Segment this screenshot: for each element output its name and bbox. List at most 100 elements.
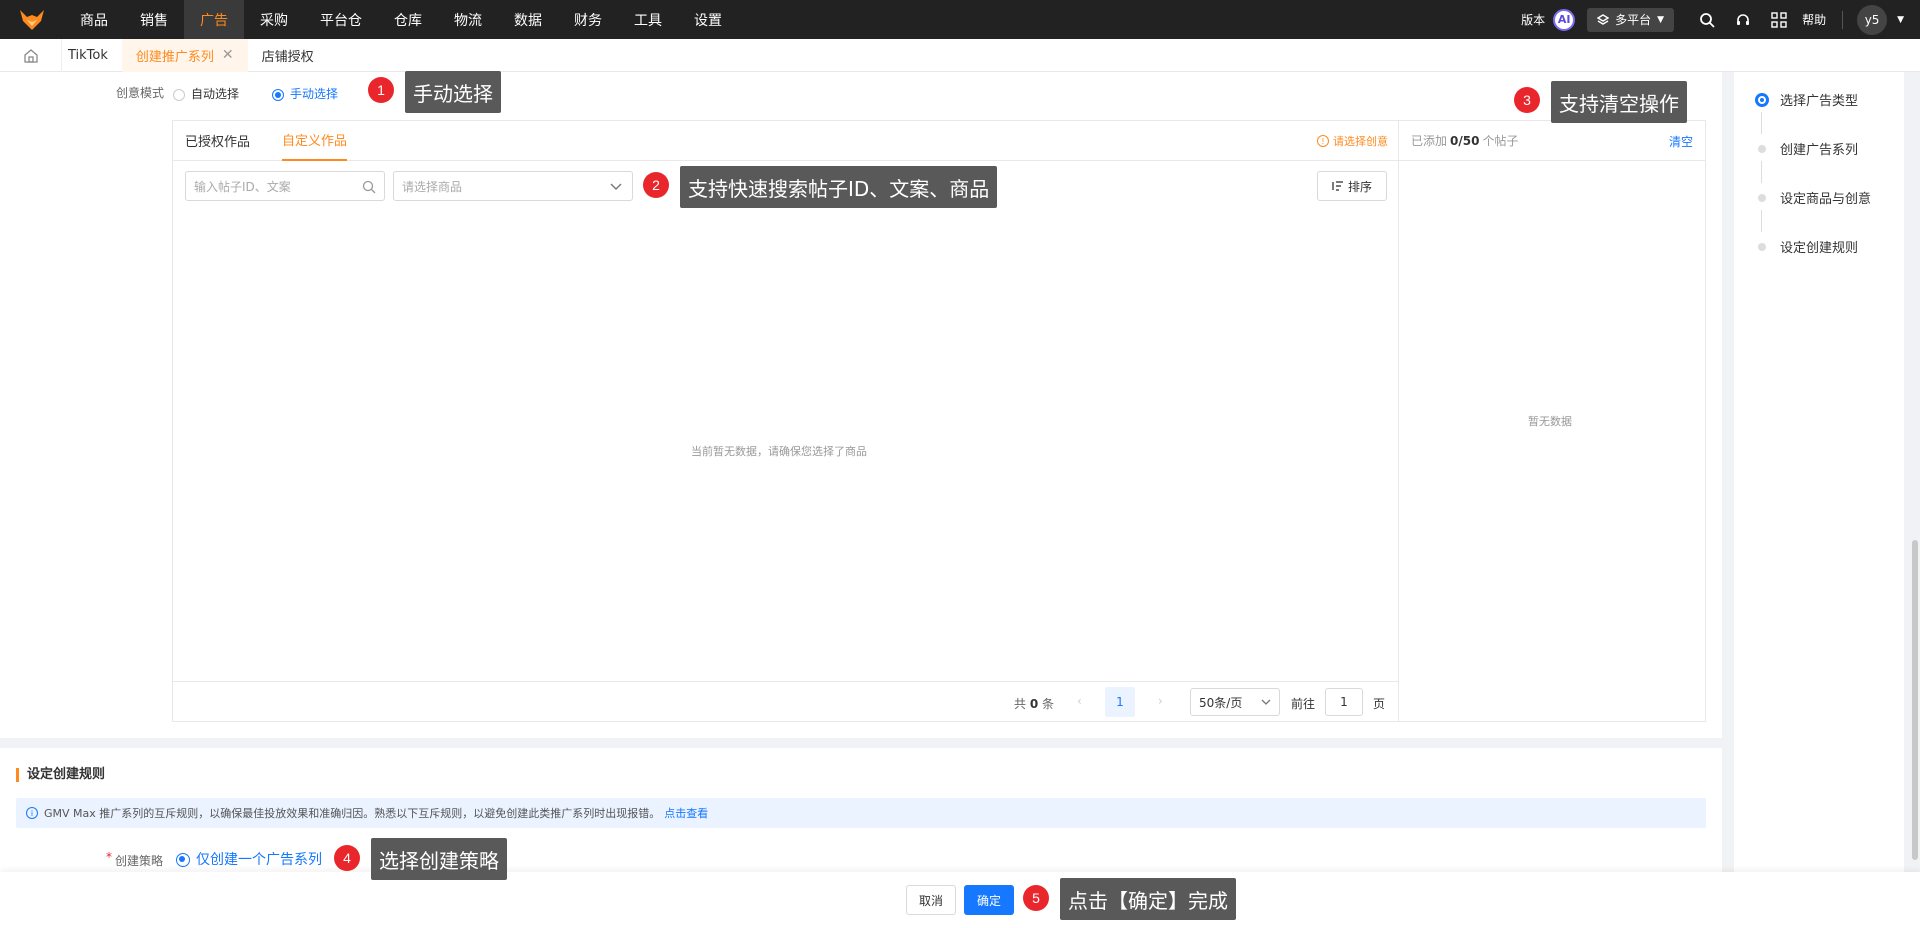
tab-label: TikTok [68,47,108,63]
sort-label: 排序 [1347,179,1372,194]
radio-circle [176,853,190,867]
chevron-down-icon [1261,699,1271,705]
sort-icon [1332,181,1343,191]
rules-section-title: 设定创建规则 [16,768,105,782]
ai-icon[interactable]: AI [1553,8,1576,31]
search-icon[interactable] [1696,9,1718,31]
step-create-campaign[interactable]: 创建广告系列 [1758,139,1858,158]
tab-custom-works[interactable]: 自定义作品 [282,121,348,161]
divider [1842,10,1844,29]
nav-item-products[interactable]: 商品 [64,0,124,39]
goto-page-input[interactable]: 1 [1325,688,1363,716]
step-dot-icon [1758,193,1766,202]
annotation-callout-2: 支持快速搜索帖子ID、文案、商品 [680,166,998,208]
step-label: 选择广告类型 [1780,94,1859,109]
annotation-badge-3: 3 [1514,87,1540,113]
required-mark: * [106,850,112,864]
section-divider [0,738,1722,748]
nav-item-logistics[interactable]: 物流 [438,0,498,39]
prev-page-icon[interactable]: ‹ [1077,694,1082,708]
page-scrollbar[interactable] [1912,540,1918,860]
steps-sidebar: 选择广告类型 创建广告系列 设定商品与创意 设定创建规则 [1734,72,1904,872]
step-dot-icon [1758,242,1766,251]
select-creative-warning: ! 请选择创意 [1317,133,1388,149]
creative-mode-label: 创意模式 [116,86,165,100]
step-dot-active-icon [1755,92,1769,107]
tab-label: 创建推广系列 [135,49,214,65]
platform-switch-button[interactable]: 多平台 ▼ [1587,7,1675,32]
nav-item-purchase[interactable]: 采购 [244,0,304,39]
radio-manual-select[interactable]: 手动选择 [272,85,338,102]
added-posts-header: 已添加 0/50 个帖子 清空 [1399,121,1705,161]
post-search-input[interactable]: 输入帖子ID、文案 [185,171,385,201]
total-prefix: 共 [1014,697,1027,711]
nav-item-warehouse[interactable]: 仓库 [378,0,438,39]
help-link[interactable]: 帮助 [1802,11,1826,28]
nav-item-platform-warehouse[interactable]: 平台仓 [304,0,378,39]
tab-tiktok[interactable]: TikTok [62,39,122,72]
tab-label: 店铺授权 [261,49,314,65]
step-label: 创建广告系列 [1780,143,1859,158]
page-size-value: 50条/页 [1199,695,1243,710]
pagination: 共 0 条 ‹ 1 › 50条/页 前往 1 页 [173,681,1399,721]
clear-button[interactable]: 清空 [1669,133,1693,150]
page-size-select[interactable]: 50条/页 [1190,688,1280,716]
warning-text: 请选择创意 [1333,135,1388,148]
radio-auto-select[interactable]: 自动选择 [173,85,239,102]
goto-page-value: 1 [1340,695,1348,709]
annotation-badge-5: 5 [1023,885,1049,911]
added-posts-area: 已添加 0/50 个帖子 清空 暂无数据 [1399,121,1705,721]
page-number-current[interactable]: 1 [1105,687,1135,717]
step-set-products-creative[interactable]: 设定商品与创意 [1758,188,1871,207]
product-select[interactable]: 请选择商品 [393,171,633,201]
nav-right: 版本 AI 多平台 ▼ 帮助 y5 ▼ [1521,0,1920,39]
nav-item-sales[interactable]: 销售 [124,0,184,39]
works-tabs: 已授权作品 自定义作品 ! 请选择创意 [173,121,1398,161]
annotation-badge-4: 4 [334,845,360,871]
warning-icon: ! [1317,135,1329,147]
radio-label: 手动选择 [290,87,339,101]
total-suffix: 条 [1042,697,1055,711]
headset-icon[interactable] [1732,9,1754,31]
user-avatar[interactable]: y5 [1857,4,1888,35]
total-value: 0 [1029,697,1039,711]
step-select-ad-type[interactable]: 选择广告类型 [1755,90,1859,109]
step-label: 设定商品与创意 [1780,192,1872,207]
nav-item-ads[interactable]: 广告 [184,0,244,39]
sort-button[interactable]: 排序 [1317,171,1387,201]
cancel-button[interactable]: 取消 [906,885,956,915]
nav-item-settings[interactable]: 设置 [678,0,738,39]
added-suffix: 个帖子 [1482,134,1519,148]
step-dot-icon [1758,144,1766,153]
step-set-rules[interactable]: 设定创建规则 [1758,237,1858,256]
next-page-icon[interactable]: › [1158,694,1163,708]
nav-item-finance[interactable]: 财务 [558,0,618,39]
version-link[interactable]: 版本 [1521,11,1545,28]
nav-item-tools[interactable]: 工具 [618,0,678,39]
search-icon[interactable] [362,180,376,194]
fox-logo-icon[interactable] [0,0,64,39]
top-nav: 商品 销售 广告 采购 平台仓 仓库 物流 数据 财务 工具 设置 版本 AI … [0,0,1920,39]
tab-store-auth[interactable]: 店铺授权 [248,39,328,72]
apps-grid-icon[interactable] [1768,9,1790,31]
product-placeholder: 请选择商品 [402,179,463,194]
home-icon[interactable] [0,38,62,72]
works-empty-text: 当前暂无数据，请确保您选择了商品 [691,445,867,458]
confirm-button[interactable]: 确定 [964,885,1014,915]
footer-action-bar: 取消 确定 [0,872,1920,928]
page-tab-bar: TikTok 创建推广系列 ✕ 店铺授权 [0,38,1920,72]
chevron-down-icon[interactable]: ▼ [1897,15,1904,25]
radio-circle [173,88,185,101]
chevron-down-icon [610,183,622,190]
platform-label: 多平台 [1615,13,1652,27]
view-rules-link[interactable]: 点击查看 [664,805,708,821]
annotation-callout-5: 点击【确定】完成 [1060,878,1236,920]
tab-authorized-works[interactable]: 已授权作品 [185,121,250,161]
added-empty-text: 暂无数据 [1528,415,1572,428]
radio-single-campaign[interactable]: 仅创建一个广告系列 [176,849,322,869]
info-text: GMV Max 推广系列的互斥规则，以确保最佳投放效果和准确归因。熟悉以下互斥规… [44,807,661,820]
tab-create-campaign[interactable]: 创建推广系列 ✕ [121,38,248,72]
close-icon[interactable]: ✕ [222,47,234,63]
total-count: 共 0 条 [1014,695,1054,712]
nav-item-data[interactable]: 数据 [498,0,558,39]
